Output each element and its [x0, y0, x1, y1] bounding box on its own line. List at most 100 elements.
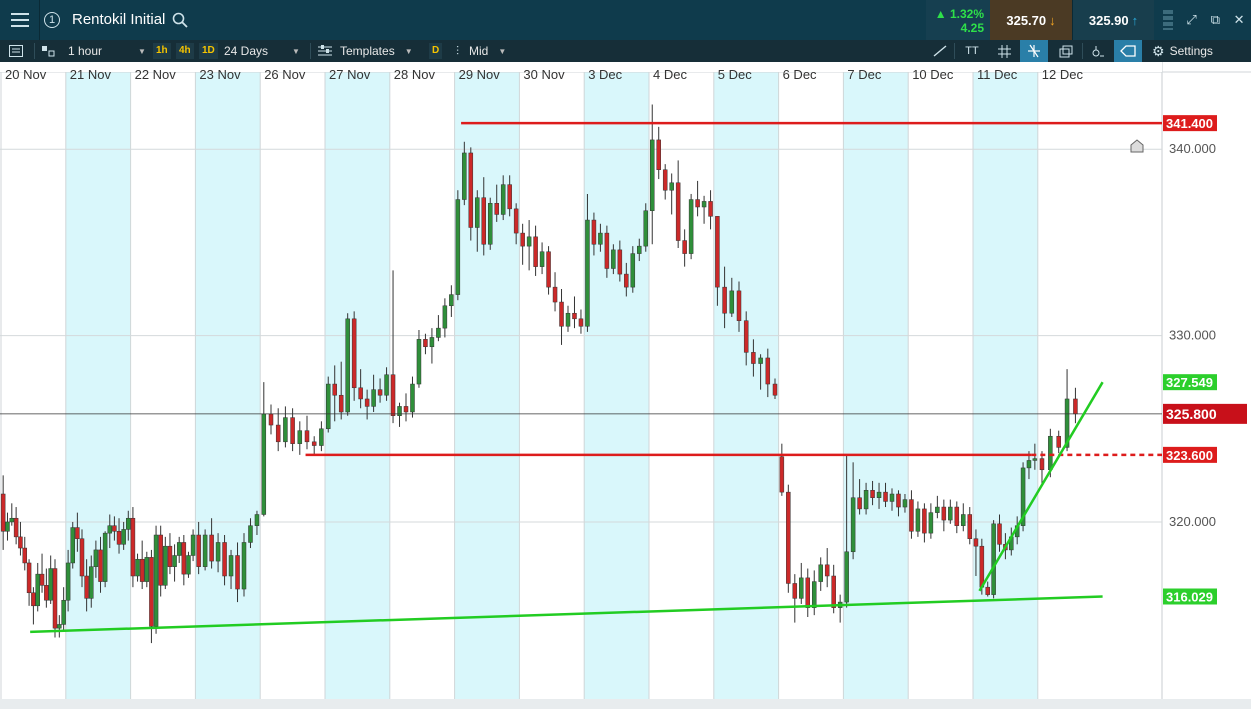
layers-icon[interactable] [1056, 40, 1076, 62]
candle-body [384, 374, 389, 396]
date-label: 10 Dec [912, 67, 954, 82]
chevron-down-icon: ▼ [292, 46, 300, 56]
candle [186, 551, 191, 578]
day-band [713, 72, 779, 699]
settings-label: Settings [1169, 44, 1213, 58]
date-axis: 20 Nov 21 Nov 22 Nov 23 Nov 26 Nov 27 Nov 28 N… [5, 67, 1083, 82]
horizontal-scrollbar[interactable] [0, 699, 1251, 709]
timeframe-1h-button[interactable]: 1h [153, 40, 171, 62]
candle-body [436, 327, 441, 338]
text-tool-icon[interactable]: TT [962, 40, 982, 62]
candle-body [84, 575, 89, 599]
candle-body [669, 182, 674, 191]
candle-body [736, 290, 742, 321]
expand-icon[interactable]: ⤢ [1180, 0, 1204, 40]
candle-body [75, 527, 80, 539]
price-tag-active-icon[interactable] [1114, 40, 1142, 62]
candle-body [358, 387, 363, 400]
candle-body [991, 523, 996, 595]
buy-price-button[interactable]: 325.90 ↑ [1072, 0, 1154, 40]
close-icon[interactable]: ✕ [1227, 0, 1251, 40]
candle [468, 147, 474, 241]
popout-icon[interactable]: ⧉ [1204, 0, 1228, 40]
templates-menu[interactable]: Templates ▼ [318, 40, 416, 62]
range-select[interactable]: 24 Days ▼ [224, 40, 306, 62]
date-label: 3 Dec [588, 67, 622, 82]
candle-body [487, 203, 493, 245]
candle-body [818, 564, 823, 582]
timeframe-1d-button[interactable]: 1D [199, 40, 218, 62]
candle-body [824, 564, 830, 577]
candle-body [507, 184, 512, 210]
layout-number-button[interactable]: 1 [40, 0, 64, 40]
candle-body [961, 514, 966, 526]
candle-body [850, 497, 856, 553]
candle-body [520, 232, 525, 247]
layout-grid-icon[interactable] [1156, 0, 1180, 40]
candle-body [475, 197, 480, 228]
chart-type-icon[interactable] [38, 40, 58, 62]
candle-body [261, 413, 267, 515]
candle-body [319, 428, 324, 446]
candle-body [241, 542, 247, 590]
grid-icon[interactable] [994, 40, 1014, 62]
hamburger-menu-button[interactable] [0, 0, 40, 40]
settings-button[interactable]: ⚙ Settings [1152, 40, 1213, 62]
date-label: 12 Dec [1042, 67, 1084, 82]
timeframe-4h-button[interactable]: 4h [176, 40, 194, 62]
drawing-d-button[interactable]: D [429, 40, 443, 62]
candle [153, 525, 159, 634]
candle-body [144, 557, 150, 582]
date-label: 5 Dec [718, 67, 752, 82]
candle [130, 507, 136, 588]
candle-body [112, 525, 117, 532]
candle-body [364, 398, 370, 407]
alert-icon[interactable] [1088, 40, 1108, 62]
candle-body [630, 253, 636, 288]
candle-body [9, 517, 15, 523]
candle-body [215, 542, 221, 562]
candle-body [181, 542, 187, 575]
chart-window: 1 Rentokil Initial ▲ 1.32% 4.25 325.70 ↓ … [0, 0, 1251, 709]
candle-body [39, 573, 45, 586]
candle-body [935, 506, 940, 513]
candle-body [351, 318, 357, 389]
sell-price-button[interactable]: 325.70 ↓ [990, 0, 1072, 40]
instrument-title[interactable]: Rentokil Initial [72, 0, 165, 40]
crosshair-active-icon[interactable] [1020, 40, 1048, 62]
candle-body [44, 585, 49, 601]
chevron-down-icon: ▼ [498, 46, 507, 56]
candle-body [102, 532, 108, 582]
candle-body [290, 417, 295, 444]
candle-body [559, 301, 564, 327]
draw-line-icon[interactable] [930, 40, 950, 62]
chart-list-icon[interactable] [6, 40, 26, 62]
candle-body [876, 491, 882, 498]
candle-body [462, 152, 467, 200]
candle-body [572, 312, 577, 320]
short-uptrend-tag-label: 327.549 [1166, 375, 1213, 390]
candle-body [121, 529, 126, 545]
day-band [973, 72, 1038, 699]
price-type-select[interactable]: ⫶ Mid ▼ [456, 40, 522, 62]
chart-svg[interactable]: 20 Nov 21 Nov 22 Nov 23 Nov 26 Nov 27 Nov 28 N… [0, 62, 1251, 709]
candle-body [863, 490, 869, 510]
templates-label: Templates [340, 44, 395, 58]
candle-body [954, 506, 960, 526]
buy-price: 325.90 [1088, 12, 1129, 28]
candle-body [79, 538, 85, 577]
candle-body [275, 424, 281, 443]
candle-body [222, 542, 227, 577]
candle-body [792, 583, 798, 599]
search-icon[interactable] [172, 12, 188, 28]
price-chart[interactable]: 20 Nov 21 Nov 22 Nov 23 Nov 26 Nov 27 Nov 28 N… [0, 62, 1251, 709]
interval-select[interactable]: 1 hour ▼ [68, 40, 148, 62]
candle-body [701, 201, 707, 208]
candle-body [786, 491, 791, 584]
price-label: 320.000 [1169, 514, 1216, 529]
candle-body [481, 197, 487, 245]
candle-body [22, 547, 28, 564]
candle-body [130, 517, 136, 577]
candle-body [1039, 458, 1045, 471]
candle-body [410, 383, 415, 413]
